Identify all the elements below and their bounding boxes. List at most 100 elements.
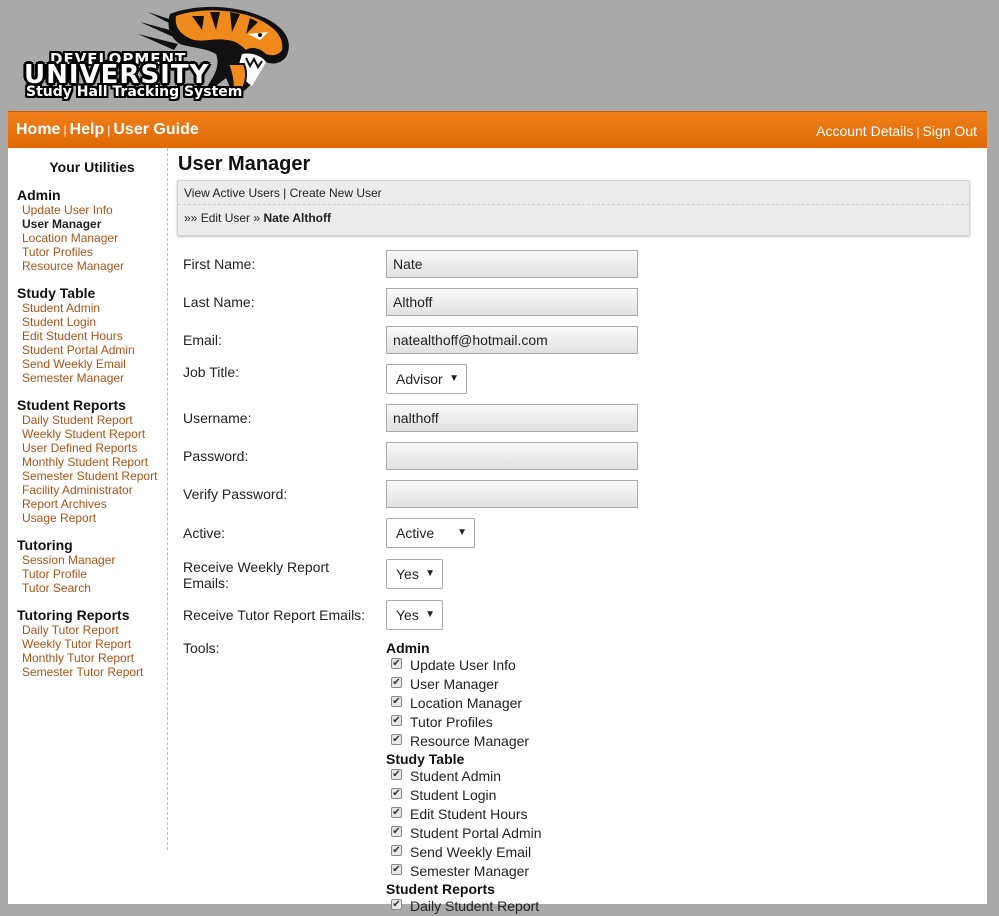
tool-label: Student Login	[410, 787, 497, 803]
verify-password-input[interactable]	[386, 480, 638, 508]
sidebar-item-session-manager[interactable]: Session Manager	[17, 553, 167, 567]
nav-home-link[interactable]: Home	[16, 121, 60, 138]
weekly-emails-select[interactable]: Yes ▼	[386, 559, 443, 589]
job-title-select[interactable]: Advisor ▼	[386, 364, 467, 394]
tool-student-portal-admin: ✔ Student Portal Admin	[386, 824, 542, 843]
active-value: Active	[396, 525, 435, 541]
sidebar-item-usage-report[interactable]: Usage Report	[17, 511, 167, 525]
sidebar-item-report-archives[interactable]: Report Archives	[17, 497, 167, 511]
subnav-separator: |	[283, 186, 287, 200]
tool-edit-student-hours: ✔ Edit Student Hours	[386, 805, 542, 824]
sidebar-heading: Admin	[17, 187, 61, 203]
tool-tutor-profiles: ✔ Tutor Profiles	[386, 713, 542, 732]
main-panel: User Manager View Active Users | Create …	[177, 148, 987, 914]
sidebar-item-weekly-student-report[interactable]: Weekly Student Report	[17, 427, 167, 441]
sidebar-group-student-reports: Student Reports Daily Student Report Wee…	[17, 397, 167, 525]
sidebar-item-update-user-info[interactable]: Update User Info	[17, 203, 167, 217]
breadcrumb-edit-user-link[interactable]: Edit User	[201, 211, 250, 225]
logo-text-tagline: Study Hall Tracking System	[26, 84, 243, 100]
password-label: Password:	[183, 448, 249, 464]
sidebar-item-tutor-search[interactable]: Tutor Search	[17, 581, 167, 595]
sidebar-item-user-manager[interactable]: User Manager	[17, 217, 167, 231]
tutor-emails-select[interactable]: Yes ▼	[386, 600, 443, 630]
password-input[interactable]	[386, 442, 638, 470]
nav-separator: |	[63, 123, 67, 137]
nav-user-guide-link[interactable]: User Guide	[113, 121, 198, 138]
tool-checkbox[interactable]: ✔	[391, 807, 402, 818]
sidebar-heading: Student Reports	[17, 397, 126, 413]
sidebar-item-student-admin[interactable]: Student Admin	[17, 301, 167, 315]
sidebar-item-semester-tutor-report[interactable]: Semester Tutor Report	[17, 665, 167, 679]
sidebar-item-student-portal-admin[interactable]: Student Portal Admin	[17, 343, 167, 357]
tool-label: Update User Info	[410, 657, 516, 673]
tutor-emails-label: Receive Tutor Report Emails:	[183, 607, 366, 623]
tool-label: Location Manager	[410, 695, 523, 711]
last-name-label: Last Name:	[183, 294, 255, 310]
tool-label: Resource Manager	[410, 733, 530, 749]
sidebar-group-study-table: Study Table Student Admin Student Login …	[17, 285, 167, 385]
account-nav: Account Details | Sign Out	[816, 123, 977, 139]
weekly-emails-label: Receive Weekly Report Emails:	[183, 559, 330, 591]
sidebar-item-monthly-tutor-report[interactable]: Monthly Tutor Report	[17, 651, 167, 665]
active-label: Active:	[183, 525, 226, 541]
sidebar-heading: Study Table	[17, 285, 96, 301]
tool-update-user-info: ✔ Update User Info	[386, 656, 542, 675]
primary-nav: Home | Help | User Guide	[16, 121, 199, 139]
tool-checkbox[interactable]: ✔	[391, 734, 402, 745]
tools-label: Tools:	[183, 640, 220, 656]
tool-label: Send Weekly Email	[410, 844, 532, 860]
tool-checkbox[interactable]: ✔	[391, 715, 402, 726]
create-new-user-link[interactable]: Create New User	[290, 186, 382, 200]
tool-checkbox[interactable]: ✔	[391, 677, 402, 688]
active-select[interactable]: Active ▼	[386, 518, 475, 548]
tool-label: Student Admin	[410, 768, 502, 784]
sidebar-heading: Tutoring Reports	[17, 607, 130, 623]
tool-checkbox[interactable]: ✔	[391, 899, 402, 910]
sidebar-item-send-weekly-email[interactable]: Send Weekly Email	[17, 357, 167, 371]
page-content: Your Utilities Admin Update User Info Us…	[8, 148, 987, 914]
nav-separator: |	[916, 125, 920, 139]
sidebar-item-edit-student-hours[interactable]: Edit Student Hours	[17, 329, 167, 343]
tool-checkbox[interactable]: ✔	[391, 658, 402, 669]
sidebar-item-daily-student-report[interactable]: Daily Student Report	[17, 413, 167, 427]
sidebar-item-location-manager[interactable]: Location Manager	[17, 231, 167, 245]
sidebar-item-tutor-profile[interactable]: Tutor Profile	[17, 567, 167, 581]
email-input[interactable]: natealthoff@hotmail.com	[386, 326, 638, 354]
sidebar-item-semester-student-report[interactable]: Semester Student Report	[17, 469, 167, 483]
sidebar-item-facility-administrator[interactable]: Facility Administrator	[17, 483, 167, 497]
first-name-label: First Name:	[183, 256, 256, 272]
sidebar-item-semester-manager[interactable]: Semester Manager	[17, 371, 167, 385]
sidebar-item-daily-tutor-report[interactable]: Daily Tutor Report	[17, 623, 167, 637]
view-active-users-link[interactable]: View Active Users	[184, 186, 280, 200]
sidebar-item-monthly-student-report[interactable]: Monthly Student Report	[17, 455, 167, 469]
sidebar-item-student-login[interactable]: Student Login	[17, 315, 167, 329]
tool-checkbox[interactable]: ✔	[391, 769, 402, 780]
tool-user-manager: ✔ User Manager	[386, 675, 542, 694]
tool-label: Daily Student Report	[410, 898, 540, 914]
username-input[interactable]: nalthoff	[386, 404, 638, 432]
tool-daily-student-report: ✔ Daily Student Report	[386, 897, 542, 916]
nav-help-link[interactable]: Help	[70, 121, 105, 138]
tool-checkbox[interactable]: ✔	[391, 826, 402, 837]
sidebar-item-user-defined-reports[interactable]: User Defined Reports	[17, 441, 167, 455]
logo[interactable]: DEVELOPMENT UNIVERSITY Study Hall Tracki…	[20, 4, 300, 108]
last-name-input[interactable]: Althoff	[386, 288, 638, 316]
email-label: Email:	[183, 332, 222, 348]
nav-separator: |	[107, 123, 111, 137]
tool-label: Edit Student Hours	[410, 806, 528, 822]
tool-checkbox[interactable]: ✔	[391, 696, 402, 707]
tool-checkbox[interactable]: ✔	[391, 864, 402, 875]
sign-out-link[interactable]: Sign Out	[923, 123, 977, 139]
sidebar-item-weekly-tutor-report[interactable]: Weekly Tutor Report	[17, 637, 167, 651]
sidebar-item-resource-manager[interactable]: Resource Manager	[17, 259, 167, 273]
first-name-input[interactable]: Nate	[386, 250, 638, 278]
account-details-link[interactable]: Account Details	[816, 123, 913, 139]
sidebar-item-tutor-profiles[interactable]: Tutor Profiles	[17, 245, 167, 259]
username-label: Username:	[183, 410, 252, 426]
tool-checkbox[interactable]: ✔	[391, 788, 402, 799]
chevron-down-icon: ▼	[425, 609, 435, 620]
top-nav-bar: Home | Help | User Guide Account Details | Sig…	[8, 111, 987, 148]
tool-checkbox[interactable]: ✔	[391, 845, 402, 856]
verify-password-label: Verify Password:	[183, 486, 288, 502]
tool-student-admin: ✔ Student Admin	[386, 767, 542, 786]
